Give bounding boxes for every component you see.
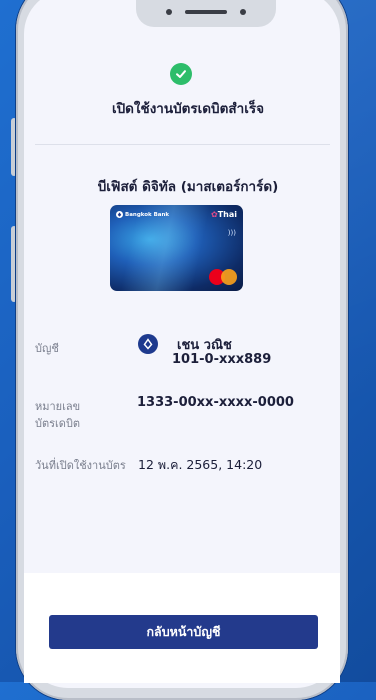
- card-number-label-line2: บัตรเดบิต: [35, 417, 81, 430]
- bangkok-bank-logo: Bangkok Bank: [116, 211, 169, 218]
- notch-dot-left: [166, 9, 172, 15]
- issuer-text: Bangkok Bank: [125, 211, 170, 218]
- notch-dot-right: [240, 9, 246, 15]
- mastercard-icon: [209, 269, 237, 285]
- cobrand-text: Thai: [217, 210, 237, 219]
- card-number: 1333-00xx-xxxx-0000: [137, 395, 294, 410]
- thai-airways-logo: ✿Thai: [211, 210, 237, 219]
- account-label: บัญชี: [35, 342, 59, 355]
- account-number: 101-0-xxx889: [172, 352, 272, 367]
- notch-speaker: [185, 10, 227, 14]
- back-to-account-button[interactable]: กลับหน้าบัญชี: [49, 615, 318, 649]
- phone-notch: [136, 0, 276, 27]
- contactless-icon: ))): [227, 229, 236, 237]
- debit-card-image: Bangkok Bank ✿Thai ))): [110, 205, 243, 291]
- thai-orchid-icon: ✿: [211, 210, 218, 219]
- card-product-name: บีเฟิสต์ ดิจิทัล (มาสเตอร์การ์ด): [97, 179, 279, 195]
- success-check-icon: [170, 63, 192, 85]
- bank-emblem-icon: [116, 211, 123, 218]
- activation-date-label: วันที่เปิดใช้งานบัตร: [35, 459, 126, 472]
- bank-logo-icon: [138, 334, 158, 354]
- success-title: เปิดใช้งานบัตรเดบิตสำเร็จ: [111, 101, 264, 117]
- card-number-label-line1: หมายเลข: [35, 400, 81, 413]
- activation-date: 12 พ.ค. 2565, 14:20: [138, 457, 263, 472]
- divider: [35, 144, 330, 145]
